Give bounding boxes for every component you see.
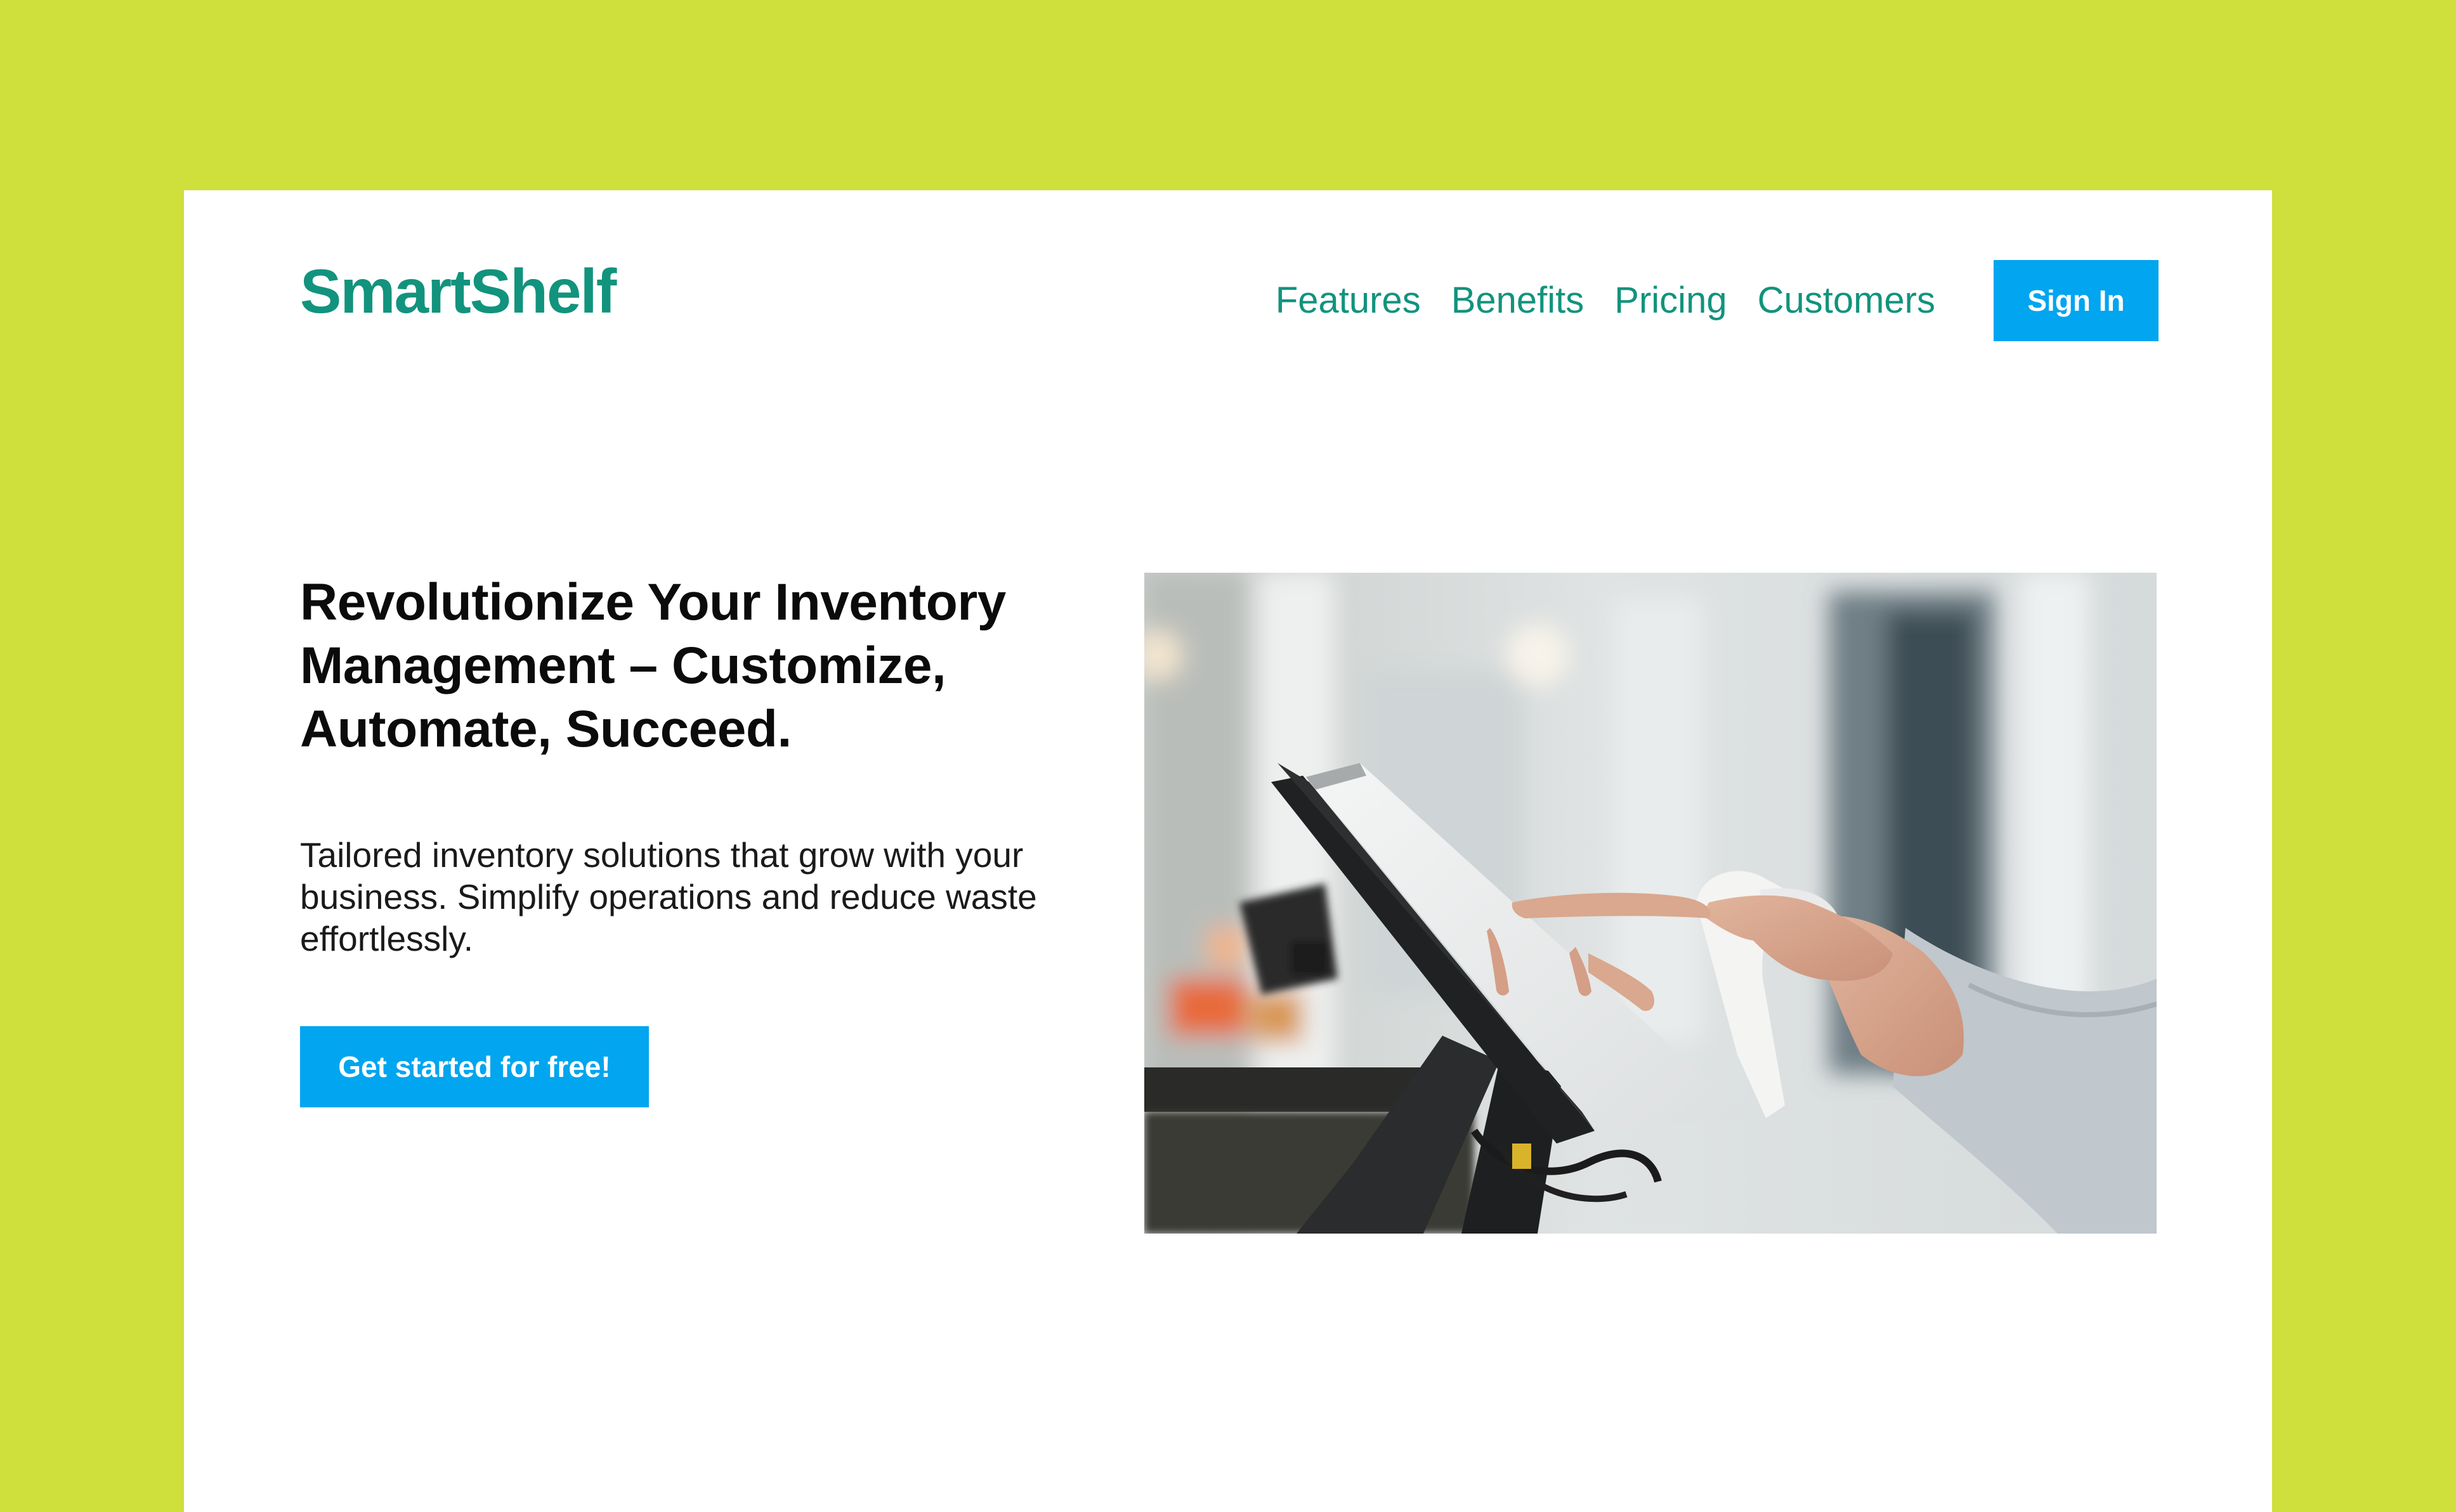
main-nav: Features Benefits Pricing Customers Sign… xyxy=(1276,260,2159,341)
nav-link-features[interactable]: Features xyxy=(1276,282,1421,319)
hero-title: Revolutionize Your Inventory Management … xyxy=(300,573,1006,758)
nav-link-benefits[interactable]: Benefits xyxy=(1451,282,1584,319)
get-started-button[interactable]: Get started for free! xyxy=(300,1026,649,1107)
sign-in-button[interactable]: Sign In xyxy=(1994,260,2159,341)
hero-subtitle: Tailored inventory solutions that grow w… xyxy=(300,835,1037,958)
brand-logo[interactable]: SmartShelf xyxy=(300,260,617,322)
hero-image xyxy=(1144,573,2157,1234)
nav-link-pricing[interactable]: Pricing xyxy=(1614,282,1727,319)
nav-link-customers[interactable]: Customers xyxy=(1758,282,1935,319)
landing-page-card: SmartShelf Features Benefits Pricing Cus… xyxy=(184,190,2272,1512)
